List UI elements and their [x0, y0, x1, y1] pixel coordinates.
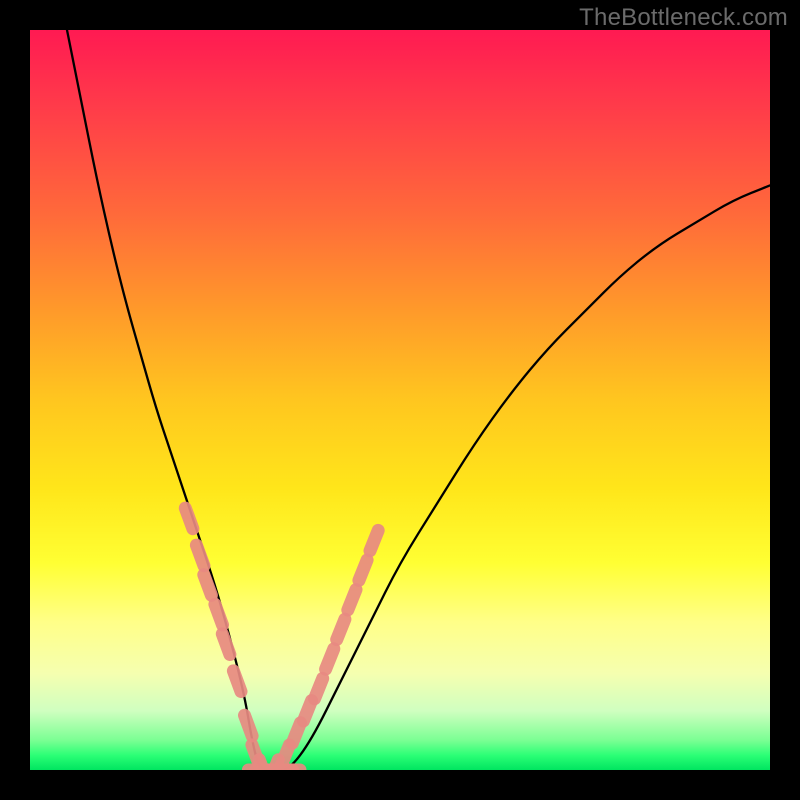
marker-dot: [348, 590, 356, 610]
marker-dot: [326, 649, 334, 669]
marker-dot: [204, 575, 212, 596]
marker-dot: [185, 508, 193, 529]
marker-dot: [359, 560, 367, 580]
curve-markers: [185, 508, 378, 770]
marker-dot: [196, 545, 204, 566]
marker-dot: [233, 671, 241, 692]
bottleneck-curve: [67, 30, 770, 770]
marker-dot: [337, 619, 345, 639]
marker-dot: [222, 634, 230, 655]
chart-svg: [30, 30, 770, 770]
plot-area: [30, 30, 770, 770]
marker-dot: [370, 530, 378, 550]
marker-dot: [245, 715, 253, 736]
watermark-text: TheBottleneck.com: [579, 4, 788, 32]
chart-container: TheBottleneck.com: [0, 0, 800, 800]
marker-dot: [315, 678, 323, 698]
marker-dot: [215, 604, 223, 625]
